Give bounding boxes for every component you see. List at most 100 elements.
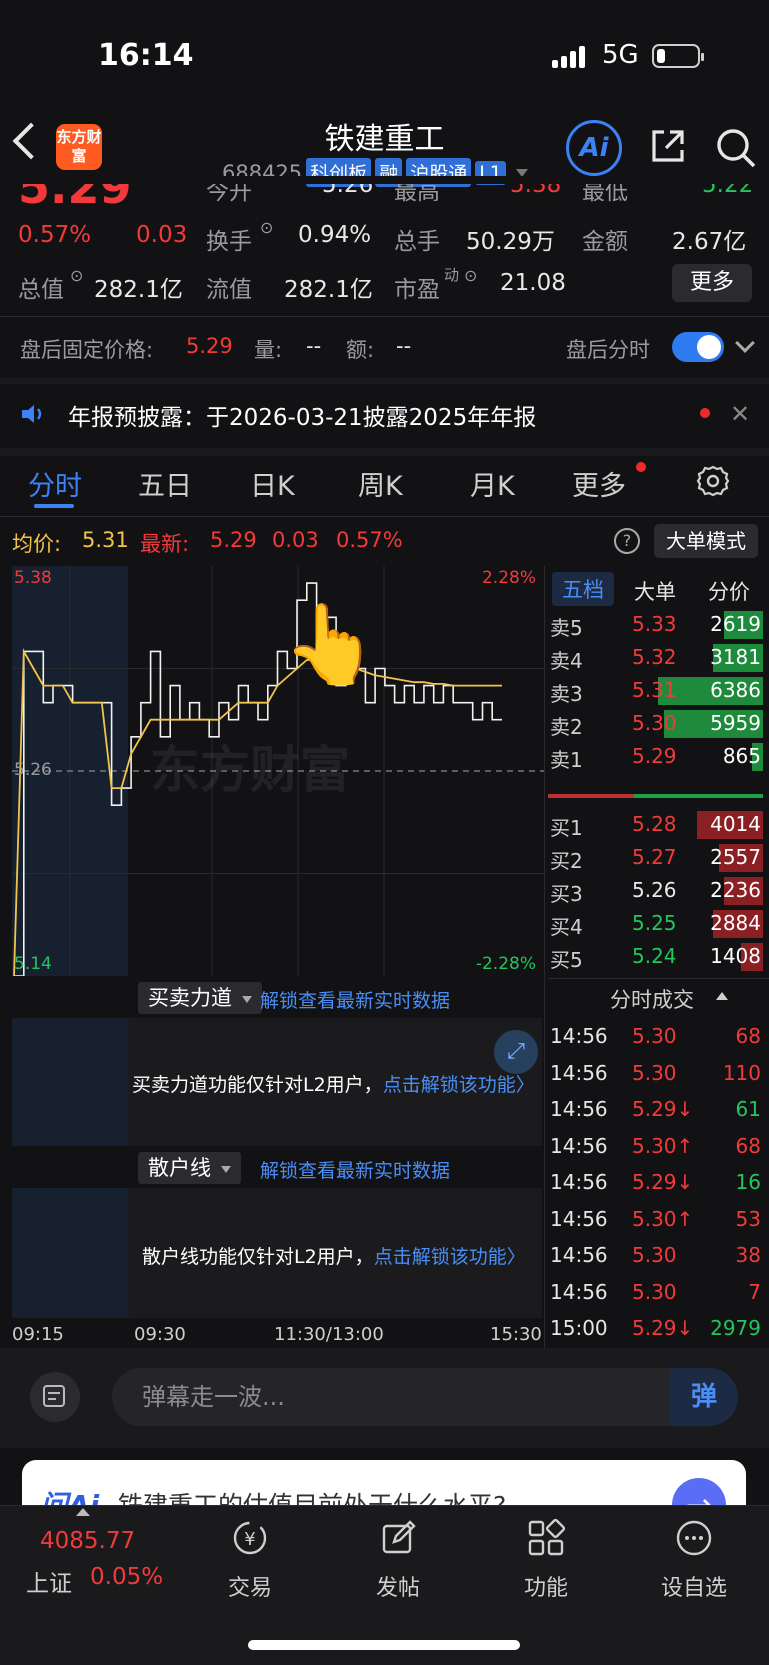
force-panel-label[interactable]: 买卖力道 <box>138 982 262 1014</box>
more-button[interactable]: 更多 <box>672 264 752 302</box>
tab-intraday[interactable]: 分时 <box>28 464 82 503</box>
battery-icon <box>652 44 704 68</box>
avg-value: 5.31 <box>82 528 129 552</box>
tab-daily-k[interactable]: 日K <box>250 464 295 503</box>
edit-icon <box>382 1520 416 1554</box>
trade-price: 5.29↓ <box>632 1316 694 1340</box>
turnover-label: 换手 <box>206 229 252 255</box>
latest-value: 5.29 <box>210 528 257 552</box>
force-unlock-link[interactable]: 解锁查看最新实时数据 <box>260 986 450 1013</box>
force-unlock-feature-link[interactable]: 点击解锁该功能 <box>383 1074 516 1096</box>
open-value: 5.26 <box>322 182 374 198</box>
bid-row[interactable]: 买4 5.25 2884 <box>548 907 769 941</box>
trades-title[interactable]: 分时成交 <box>610 984 694 1014</box>
tab-five-levels[interactable]: 五档 <box>552 572 614 606</box>
danmaku-button[interactable]: 弹 <box>670 1368 738 1426</box>
close-icon[interactable]: ✕ <box>730 400 750 428</box>
trade-row: 14:56 5.29↓ 61 <box>548 1091 769 1127</box>
bid-row[interactable]: 买2 5.27 2557 <box>548 841 769 875</box>
notice-text[interactable]: 年报预披露：于2026-03-21披露2025年年报 <box>68 398 536 432</box>
chart-mid-price: 5.26 <box>14 760 52 780</box>
nav-functions[interactable]: 功能 <box>496 1518 596 1602</box>
latest-pct: 0.57% <box>336 528 403 552</box>
info-icon[interactable]: ⊙ <box>70 266 83 285</box>
danmaku-settings-icon[interactable] <box>30 1372 80 1422</box>
nav-watchlist[interactable]: 设自选 <box>644 1518 744 1602</box>
high-value: 5.38 <box>510 182 562 198</box>
ask-row[interactable]: 卖4 5.32 3181 <box>548 641 769 675</box>
ask-volume: 5959 <box>710 711 761 735</box>
trade-price: 5.30 <box>632 1243 677 1267</box>
tab-price-dist[interactable]: 分价 <box>708 576 750 606</box>
trade-volume: 68 <box>735 1133 761 1158</box>
pe-label: 市盈 <box>394 277 440 303</box>
more-dots-icon <box>676 1520 712 1556</box>
trade-icon: ¥ <box>233 1521 267 1555</box>
ask-row[interactable]: 卖2 5.30 5959 <box>548 707 769 741</box>
nav-post[interactable]: 发帖 <box>348 1518 448 1602</box>
info-icon[interactable]: ⊙ <box>464 266 477 285</box>
gear-icon[interactable] <box>696 464 730 498</box>
last-price: 5.29 <box>18 182 132 204</box>
tab-five-day[interactable]: 五日 <box>138 464 192 503</box>
tab-weekly-k[interactable]: 周K <box>358 464 403 503</box>
ask-row[interactable]: 卖1 5.29 865 <box>548 740 769 774</box>
share-icon[interactable] <box>648 126 688 166</box>
nav-trade[interactable]: ¥ 交易 <box>200 1518 300 1602</box>
retail-panel-label[interactable]: 散户线 <box>138 1152 241 1184</box>
chevron-up-icon[interactable] <box>76 1508 90 1516</box>
ask-price: 5.31 <box>632 678 677 702</box>
chevron-up-icon[interactable] <box>716 992 728 1000</box>
tab-more[interactable]: 更多 <box>572 464 626 503</box>
index-pct[interactable]: 0.05% <box>90 1564 163 1590</box>
trade-time: 14:56 <box>550 1243 608 1267</box>
turnover-value: 0.94% <box>298 222 372 248</box>
search-icon[interactable] <box>714 126 758 170</box>
trade-price: 5.30 <box>632 1024 677 1048</box>
bid-row[interactable]: 买5 5.24 1408 <box>548 940 769 974</box>
bid-row[interactable]: 买3 5.26 2236 <box>548 874 769 908</box>
trade-row: 14:56 5.30 68 <box>548 1018 769 1054</box>
ask-row[interactable]: 卖5 5.33 2619 <box>548 608 769 642</box>
trade-price: 5.30↑ <box>632 1206 694 1231</box>
comment-input[interactable]: 弹幕走一波... <box>112 1368 738 1426</box>
ask-level-label: 卖2 <box>550 715 583 739</box>
home-indicator[interactable] <box>248 1640 520 1650</box>
retail-panel-message: 散户线功能仅针对L2用户， <box>142 1246 374 1268</box>
index-name[interactable]: 上证 <box>26 1564 72 1598</box>
info-icon[interactable]: ⊙ <box>260 218 273 237</box>
retail-unlock-link[interactable]: 解锁查看最新实时数据 <box>260 1156 450 1183</box>
trade-time: 15:00 <box>550 1316 608 1340</box>
index-value[interactable]: 4085.77 <box>40 1528 135 1554</box>
after-hours-toggle[interactable] <box>672 332 724 362</box>
pointing-hand-icon: 👆 <box>282 600 380 690</box>
expand-icon[interactable]: ⤢ <box>494 1030 538 1074</box>
bid-volume: 1408 <box>710 944 761 968</box>
float-value: 282.1亿 <box>284 277 373 303</box>
low-value: 5.22 <box>702 182 754 198</box>
trade-row: 14:56 5.30↑ 53 <box>548 1201 769 1237</box>
ai-button[interactable]: Ai <box>566 120 622 176</box>
ask-level-label: 卖1 <box>550 748 583 772</box>
ask-volume: 3181 <box>710 645 761 669</box>
trade-volume: 7 <box>748 1279 761 1304</box>
tab-big-orders[interactable]: 大单 <box>634 576 676 606</box>
mcap-value: 282.1亿 <box>94 277 183 303</box>
help-icon[interactable]: ? <box>614 528 640 554</box>
bid-volume: 2557 <box>710 845 761 869</box>
bid-volume: 2236 <box>710 878 761 902</box>
chevron-down-icon[interactable] <box>735 333 755 353</box>
big-order-mode-button[interactable]: 大单模式 <box>654 524 758 558</box>
bid-row[interactable]: 买1 5.28 4014 <box>548 808 769 842</box>
trade-row: 14:56 5.30 38 <box>548 1237 769 1273</box>
latest-change: 0.03 <box>272 528 319 552</box>
ask-row[interactable]: 卖3 5.31 6386 <box>548 674 769 708</box>
trade-row: 14:56 5.30 110 <box>548 1055 769 1091</box>
tab-monthly-k[interactable]: 月K <box>470 464 515 503</box>
ask-price: 5.32 <box>632 645 677 669</box>
nav-trade-label: 交易 <box>227 1576 272 1601</box>
change-pct: 0.57% <box>18 222 92 248</box>
chevron-right-icon: 〉 <box>506 1246 526 1268</box>
after-hours-label: 盘后固定价格: <box>20 338 154 362</box>
retail-unlock-feature-link[interactable]: 点击解锁该功能 <box>374 1246 507 1268</box>
